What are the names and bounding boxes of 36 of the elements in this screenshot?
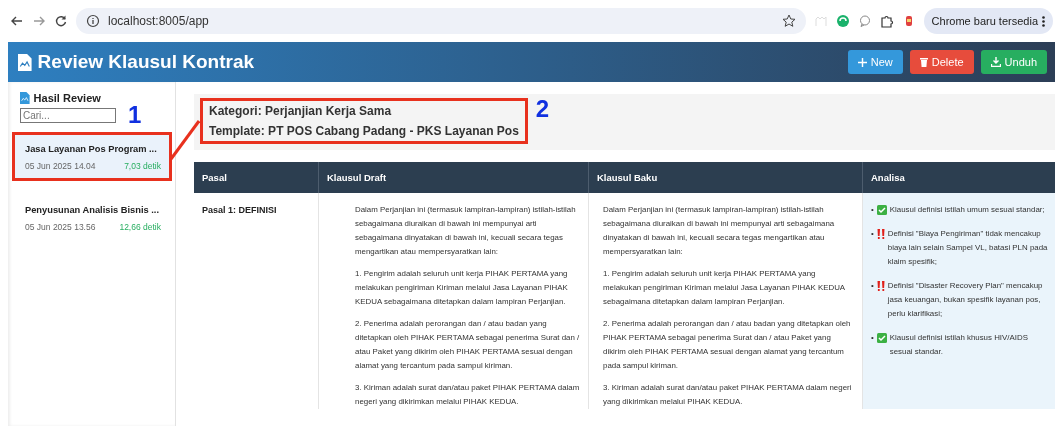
document-icon — [20, 92, 30, 104]
annotation-number: 1 — [128, 104, 142, 126]
back-icon[interactable] — [10, 14, 24, 28]
update-button[interactable]: Chrome baru tersedia — [923, 8, 1053, 34]
plus-icon — [857, 57, 867, 67]
annotation-number: 2 — [535, 98, 550, 120]
trash-icon — [919, 57, 928, 67]
chat-icon[interactable] — [857, 14, 872, 28]
table-cell-text: Pasal 1: DEFINISI — [202, 204, 278, 217]
review-title: Penyusunan Analisis Bisnis ... — [25, 205, 160, 215]
delete-button[interactable]: Delete — [909, 50, 974, 74]
column-header: Klausul Baku — [589, 162, 863, 193]
column-header: Pasal — [194, 162, 319, 193]
review-title: Jasa Layanan Pos Program ... — [25, 144, 158, 154]
address-bar[interactable]: localhost:8005/app — [76, 8, 806, 34]
column-header: Klausul Draft — [319, 162, 589, 193]
more-icon — [1042, 15, 1045, 27]
category-text: Kategori: Perjanjian Kerja Sama — [209, 104, 393, 118]
review-duration: 7,03 detik — [124, 161, 161, 171]
extension-icon[interactable] — [835, 14, 850, 28]
column-header: Analisa — [863, 162, 1055, 193]
app-title: Review Klausul Kontrak — [37, 51, 256, 73]
info-icon — [86, 14, 100, 28]
search-field[interactable]: Cari... — [20, 107, 116, 123]
forward-icon[interactable] — [32, 14, 46, 28]
review-date: 05 Jun 2025 14.04 — [25, 161, 96, 171]
review-duration: 12,66 detik — [119, 222, 161, 232]
reload-icon[interactable] — [54, 14, 68, 28]
review-date: 05 Jun 2025 13.56 — [25, 222, 96, 232]
star-icon[interactable] — [781, 14, 796, 28]
sidebar-title: Hasil Review — [33, 92, 101, 104]
template-text: Template: PT POS Cabang Padang - PKS Layanan Pos — [209, 124, 519, 138]
puzzle-icon[interactable] — [879, 14, 894, 28]
download-icon — [990, 57, 1001, 67]
review-item[interactable]: Jasa Layanan Pos Program ... 05 Jun 2025 14.04 7,03 detik — [12, 132, 172, 181]
document-icon — [18, 53, 32, 71]
